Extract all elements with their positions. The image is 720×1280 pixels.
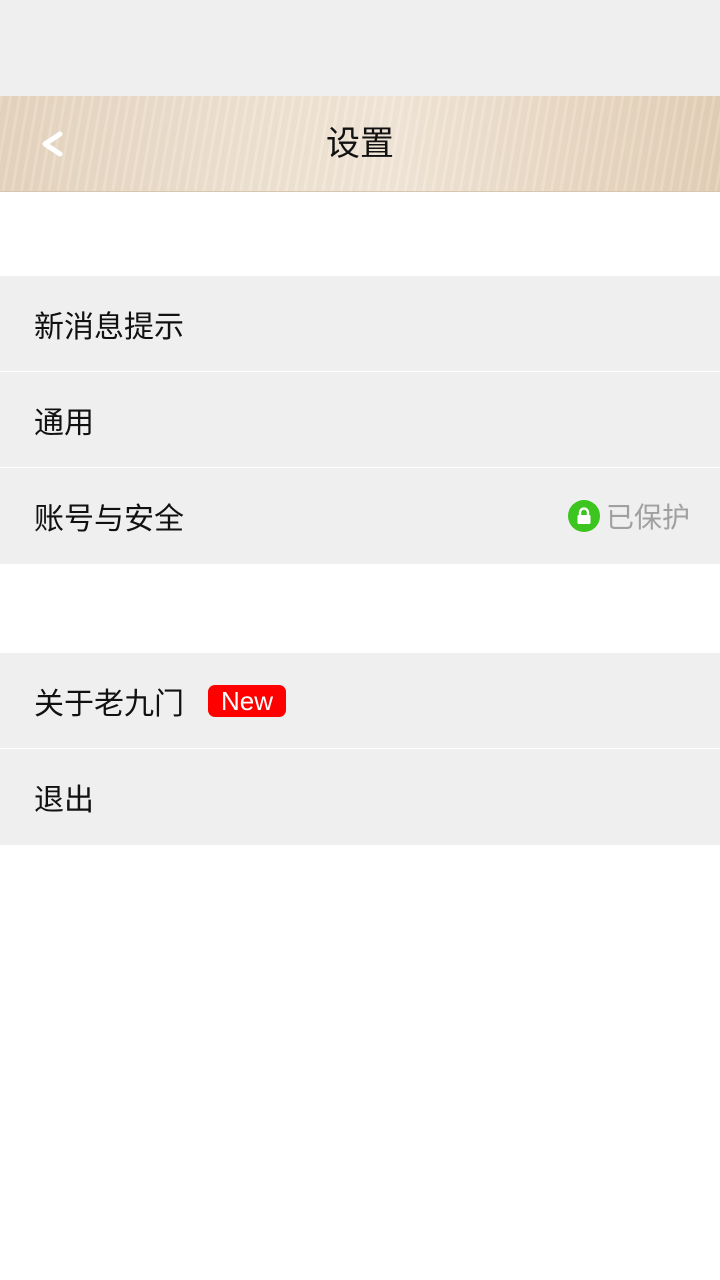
settings-item-about[interactable]: 关于老九门 New: [0, 653, 720, 749]
settings-item-label: 通用: [34, 405, 94, 441]
settings-item-account-security[interactable]: 账号与安全 已保护: [0, 468, 720, 564]
status-bar: [0, 0, 720, 96]
page-title: 设置: [326, 124, 394, 164]
settings-item-label: 账号与安全: [34, 502, 184, 537]
settings-item-logout[interactable]: 退出: [0, 749, 720, 845]
lock-icon: [567, 500, 600, 532]
protection-status: 已保护: [567, 468, 690, 564]
settings-item-general[interactable]: 通用: [0, 372, 720, 468]
settings-item-label: 新消息提示: [34, 309, 184, 345]
settings-item-label: 退出: [34, 783, 94, 818]
settings-item-new-message-alerts[interactable]: 新消息提示: [0, 276, 720, 372]
settings-group-about: 关于老九门 New 退出: [0, 653, 720, 845]
new-badge: New: [208, 684, 287, 717]
settings-group-notifications: 新消息提示 通用 账号与安全 已保护: [0, 276, 720, 564]
chevron-left-icon: [42, 131, 63, 157]
back-button[interactable]: [28, 120, 76, 168]
header-bar: 设置: [0, 96, 720, 192]
settings-item-label: 关于老九门: [34, 686, 184, 722]
protection-status-text: 已保护: [605, 501, 690, 534]
